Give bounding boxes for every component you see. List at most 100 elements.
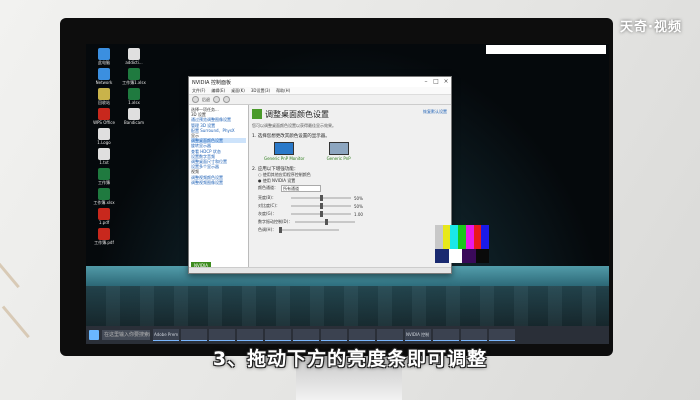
taskbar-app[interactable] [293, 329, 319, 341]
file-icon [128, 148, 140, 160]
taskbar: 在这里输入你要搜索的内容 Adobe Prem NVIDIA 控制 [86, 326, 609, 344]
taskbar-app[interactable]: NVIDIA 控制 [405, 329, 431, 341]
desktop-icon[interactable] [120, 168, 148, 185]
brightness-slider[interactable] [291, 195, 351, 201]
test-color-block [475, 249, 489, 263]
taskbar-app[interactable] [209, 329, 235, 341]
color-sliders: 亮度(B)： 50% 对比度(C)： 50% 灰度(G)： 1.00 [252, 194, 448, 218]
file-icon [98, 128, 110, 140]
desktop-icon[interactable] [120, 188, 148, 205]
taskbar-app[interactable] [489, 329, 515, 341]
menu-item[interactable]: 桌面(K) [231, 88, 245, 94]
back-label[interactable]: 后退 [202, 97, 210, 103]
taskbar-app[interactable] [181, 329, 207, 341]
digital-vibrance-slider[interactable] [295, 219, 356, 225]
desktop-icon-label: 1.Logo [97, 140, 111, 145]
desktop-icon[interactable]: 工作簿.pdf [90, 228, 118, 245]
file-icon [128, 128, 140, 140]
file-icon [98, 68, 110, 80]
gamma-slider[interactable] [291, 211, 351, 217]
file-icon [98, 88, 110, 100]
desktop-icon[interactable]: 工作簿 [90, 168, 118, 185]
display-option[interactable]: Generic PnP [327, 142, 351, 161]
display-option[interactable]: Generic PnP Monitor [264, 142, 305, 161]
page-title: 调整桌面颜色设置 [265, 109, 329, 119]
digital-vibrance-label: 数字振动控制(D)： [258, 219, 293, 224]
test-color-block [435, 249, 449, 263]
desktop-icon[interactable] [120, 148, 148, 165]
taskbar-app[interactable] [237, 329, 263, 341]
slider-thumb[interactable] [319, 203, 323, 209]
menu-item[interactable]: 3D设置(3) [251, 88, 270, 94]
slider-label: 对比度(C)： [258, 203, 280, 208]
taskbar-app[interactable] [265, 329, 291, 341]
taskbar-app[interactable] [377, 329, 403, 341]
test-color-block [448, 249, 462, 263]
minimize-button[interactable]: – [421, 77, 431, 87]
desktop-icon[interactable]: Network [90, 68, 118, 85]
brand-logo: 天奇·视频 [620, 20, 682, 35]
slider-value: 1.00 [354, 211, 363, 217]
hue-slider[interactable] [279, 227, 340, 233]
back-icon[interactable] [192, 96, 199, 103]
desktop-icon[interactable] [120, 208, 148, 225]
desktop-icon[interactable]: 工作簿1.xlsx [120, 68, 148, 85]
desktop-icon-label: addicti... [125, 60, 143, 65]
contrast-slider[interactable] [291, 203, 351, 209]
slider-row: 对比度(C)： 50% [252, 202, 448, 210]
menu-item[interactable]: 文件(F) [192, 88, 205, 94]
nvidia-control-panel-window[interactable]: NVIDIA 控制面板 – □ × 文件(F) 编辑(E) 桌面(K) 3D设置(3)… [188, 76, 490, 274]
file-icon [128, 108, 140, 120]
desktop-icon[interactable]: 1.txt [90, 148, 118, 165]
test-color-bar [435, 225, 443, 249]
tree-item[interactable]: 调整视频图像设置 [191, 180, 246, 185]
file-icon [98, 208, 110, 220]
channel-label: 颜色通道： [258, 185, 278, 190]
display-settings-icon [252, 109, 262, 119]
home-icon[interactable] [223, 96, 230, 103]
desktop-icon[interactable]: 工作簿.xlsx [90, 188, 118, 205]
desktop-icon[interactable]: 1.xlsx [120, 88, 148, 105]
desktop-icon[interactable]: 1.pdf [90, 208, 118, 225]
test-color-bar [442, 225, 451, 249]
desktop-icon[interactable]: addicti... [120, 48, 148, 65]
task-tree: 选择一项任务... 3D 设置 通过预览调整图像设置 管理 3D 设置 配置 Surro… [189, 105, 249, 273]
desktop-icon[interactable] [120, 128, 148, 145]
desktop-icon[interactable]: 1.Logo [90, 128, 118, 145]
file-icon [98, 168, 110, 180]
close-button[interactable]: × [441, 77, 451, 87]
video-caption: 3、拖动下方的亮度条即可调整 [212, 348, 488, 370]
desktop-icon[interactable]: 回收站 [90, 88, 118, 105]
file-icon [128, 168, 140, 180]
taskbar-search[interactable]: 在这里输入你要搜索的内容 [102, 330, 150, 340]
taskbar-app[interactable] [433, 329, 459, 341]
start-button[interactable] [89, 330, 99, 340]
status-bar [189, 267, 451, 273]
desktop-icon[interactable]: 此电脑 [90, 48, 118, 65]
restore-defaults-link[interactable]: 恢复默认设置 [423, 109, 447, 115]
desktop-icon[interactable]: Bandicam [120, 108, 148, 125]
window-title: NVIDIA 控制面板 [192, 79, 231, 86]
taskbar-app[interactable] [321, 329, 347, 341]
forward-icon[interactable] [213, 96, 220, 103]
file-icon [128, 188, 140, 200]
menu-item[interactable]: 帮助(H) [276, 88, 290, 94]
display-caption: Generic PnP [326, 156, 351, 161]
menu-item[interactable]: 编辑(E) [211, 88, 225, 94]
desktop-icon[interactable]: WPS Office [90, 108, 118, 125]
desktop-icon-label: 回收站 [98, 100, 110, 105]
maximize-button[interactable]: □ [431, 77, 441, 87]
hue-label: 色调(H)： [258, 227, 277, 232]
test-color-bar [465, 225, 474, 249]
taskbar-app[interactable]: Adobe Prem [153, 329, 179, 341]
window-titlebar[interactable]: NVIDIA 控制面板 – □ × [189, 77, 451, 87]
taskbar-app[interactable] [349, 329, 375, 341]
desktop-icon-label: Network [95, 80, 113, 85]
file-icon [98, 148, 110, 160]
slider-thumb[interactable] [319, 195, 323, 201]
taskbar-app[interactable] [461, 329, 487, 341]
file-icon [128, 208, 140, 220]
channel-select[interactable]: 所有通道 [281, 184, 321, 192]
slider-thumb[interactable] [319, 211, 323, 217]
test-color-bar [473, 225, 482, 249]
